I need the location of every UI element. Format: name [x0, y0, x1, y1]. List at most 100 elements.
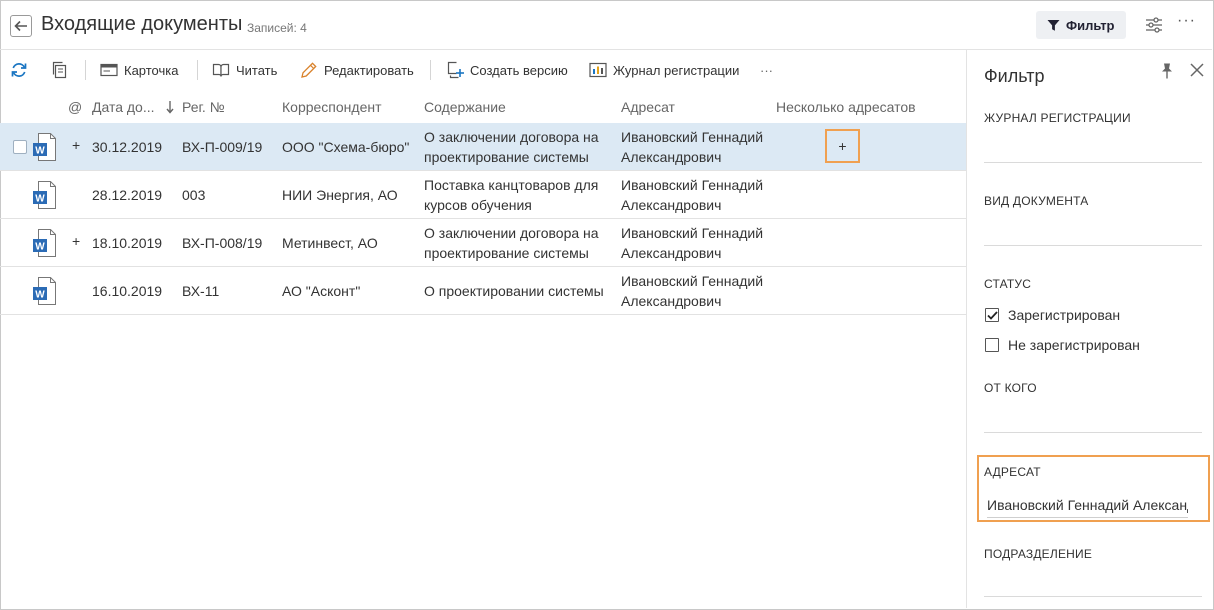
- has-attachments-mark: +: [72, 233, 81, 249]
- word-document-icon: W: [33, 277, 56, 305]
- card-icon: [100, 63, 118, 77]
- filter-panel: Фильтр ЖУРНАЛ РЕГИСТРАЦИИ ВИД ДОКУМЕНТА …: [966, 50, 1212, 608]
- cell-reg-no: ВХ-11: [182, 283, 220, 299]
- cell-content: О проектировании системы: [424, 283, 604, 299]
- cell-date: 28.12.2019: [92, 187, 163, 203]
- column-header-addressee[interactable]: Адресат: [621, 99, 675, 115]
- filter-label-department: ПОДРАЗДЕЛЕНИЕ: [984, 547, 1093, 561]
- cell-content: О заключении договора на проектирование …: [424, 129, 599, 165]
- cell-addressee: Ивановский Геннадий Александрович: [621, 225, 764, 261]
- toolbar-more-button[interactable]: ···: [760, 59, 773, 81]
- refresh-button[interactable]: [10, 59, 28, 81]
- cell-correspondent: НИИ Энергия, АО: [282, 187, 398, 203]
- toolbar-separator: [197, 60, 198, 80]
- table-row[interactable]: W + 18.10.2019 ВХ-П-008/19 Метинвест, АО…: [0, 219, 966, 267]
- header-more-button[interactable]: ···: [1177, 12, 1196, 30]
- cell-reg-no: 003: [182, 187, 206, 203]
- filter-input-doc-type[interactable]: [984, 245, 1202, 246]
- copy-icon: [52, 61, 67, 79]
- toolbar: Карточка Читать Редактировать Создать ве…: [0, 50, 966, 90]
- copy-button[interactable]: [51, 59, 68, 81]
- page-header: Входящие документы Записей: 4 Фильтр ···: [0, 0, 1212, 50]
- pencil-icon: [301, 62, 317, 78]
- book-icon: [212, 63, 230, 77]
- create-version-button[interactable]: Создать версию: [445, 59, 568, 81]
- status-not-registered-label: Не зарегистрирован: [1008, 337, 1140, 353]
- toolbar-separator: [430, 60, 431, 80]
- arrow-left-icon: [14, 20, 27, 32]
- refresh-icon: [11, 63, 27, 77]
- sort-arrow-down-icon[interactable]: [166, 100, 174, 114]
- read-button-label: Читать: [236, 62, 278, 78]
- read-button[interactable]: Читать: [212, 59, 277, 81]
- view-settings-button[interactable]: [1143, 14, 1165, 36]
- cell-multiple-addressees: +: [825, 129, 860, 163]
- filter-input-addressee[interactable]: Ивановский Геннадий Александрович: [987, 497, 1188, 518]
- cell-date: 16.10.2019: [92, 283, 163, 299]
- records-count: Записей: 4: [247, 21, 307, 35]
- column-header-reg-no[interactable]: Рег. №: [182, 99, 225, 115]
- filter-label-status: СТАТУС: [984, 277, 1032, 291]
- filter-label-doc-type: ВИД ДОКУМЕНТА: [984, 194, 1089, 208]
- has-attachments-mark: +: [72, 137, 81, 153]
- cell-correspondent: АО "Асконт": [282, 283, 361, 299]
- column-header-content[interactable]: Содержание: [424, 99, 506, 115]
- checkmark-icon: [986, 310, 998, 320]
- page-title: Входящие документы: [41, 13, 243, 35]
- filter-label-addressee: АДРЕСАТ: [984, 465, 1041, 479]
- pin-icon[interactable]: [1159, 62, 1175, 80]
- edit-button[interactable]: Редактировать: [300, 59, 414, 81]
- cell-reg-no: ВХ-П-008/19: [182, 235, 263, 251]
- filter-addressee-section: АДРЕСАТ Ивановский Геннадий Александрови…: [977, 455, 1210, 522]
- filter-label-registration-log: ЖУРНАЛ РЕГИСТРАЦИИ: [984, 111, 1131, 125]
- card-button-label: Карточка: [124, 62, 179, 78]
- filter-input-department[interactable]: [984, 596, 1202, 597]
- row-checkbox[interactable]: [13, 140, 27, 154]
- column-header-at[interactable]: @: [68, 99, 82, 115]
- filter-button-label: Фильтр: [1066, 17, 1115, 33]
- svg-text:W: W: [35, 194, 45, 205]
- checkbox-checked[interactable]: [985, 308, 999, 322]
- cell-correspondent: Метинвест, АО: [282, 235, 378, 251]
- table-row[interactable]: W 16.10.2019 ВХ-11 АО "Асконт" О проекти…: [0, 267, 966, 315]
- svg-text:W: W: [35, 242, 45, 253]
- create-version-button-label: Создать версию: [470, 62, 568, 78]
- checkbox-unchecked[interactable]: [985, 338, 999, 352]
- column-header-date[interactable]: Дата до...: [92, 99, 155, 115]
- back-button[interactable]: [10, 15, 32, 37]
- filter-panel-title: Фильтр: [984, 66, 1045, 86]
- funnel-icon: [1047, 19, 1060, 31]
- filter-input-registration-log[interactable]: [984, 162, 1202, 163]
- cell-correspondent: ООО "Схема-бюро": [282, 139, 410, 155]
- grid-header: @ Дата до... Рег. № Корреспондент Содерж…: [0, 90, 966, 123]
- svg-text:W: W: [35, 146, 45, 157]
- sliders-icon: [1146, 17, 1162, 33]
- svg-text:W: W: [35, 290, 45, 301]
- word-document-icon: W: [33, 229, 56, 257]
- word-document-icon: W: [33, 133, 56, 161]
- cell-content: О заключении договора на проектирование …: [424, 225, 599, 261]
- status-not-registered-option[interactable]: Не зарегистрирован: [985, 337, 1140, 353]
- filter-button[interactable]: Фильтр: [1036, 11, 1126, 39]
- cell-reg-no: ВХ-П-009/19: [182, 139, 263, 155]
- column-header-multiple-addressees[interactable]: Несколько адресатов: [776, 99, 916, 115]
- bar-chart-icon: [589, 62, 607, 78]
- table-row[interactable]: W + 30.12.2019 ВХ-П-009/19 ООО "Схема-бю…: [0, 123, 966, 171]
- word-document-icon: W: [33, 181, 56, 209]
- cell-addressee: Ивановский Геннадий Александрович: [621, 177, 764, 213]
- new-version-icon: [447, 61, 464, 79]
- column-header-correspondent[interactable]: Корреспондент: [282, 99, 382, 115]
- cell-addressee: Ивановский Геннадий Александрович: [621, 129, 764, 165]
- table-row[interactable]: W 28.12.2019 003 НИИ Энергия, АО Поставк…: [0, 171, 966, 219]
- filter-input-from[interactable]: [984, 432, 1202, 433]
- cell-addressee: Ивановский Геннадий Александрович: [621, 273, 764, 309]
- registration-log-button[interactable]: Журнал регистрации: [589, 59, 739, 81]
- card-button[interactable]: Карточка: [100, 59, 178, 81]
- filter-label-from: ОТ КОГО: [984, 381, 1037, 395]
- edit-button-label: Редактировать: [324, 62, 414, 78]
- status-registered-option[interactable]: Зарегистрирован: [985, 307, 1120, 323]
- status-registered-label: Зарегистрирован: [1008, 307, 1121, 323]
- cell-date: 18.10.2019: [92, 235, 163, 251]
- close-icon[interactable]: [1189, 62, 1205, 78]
- registration-log-button-label: Журнал регистрации: [613, 62, 740, 78]
